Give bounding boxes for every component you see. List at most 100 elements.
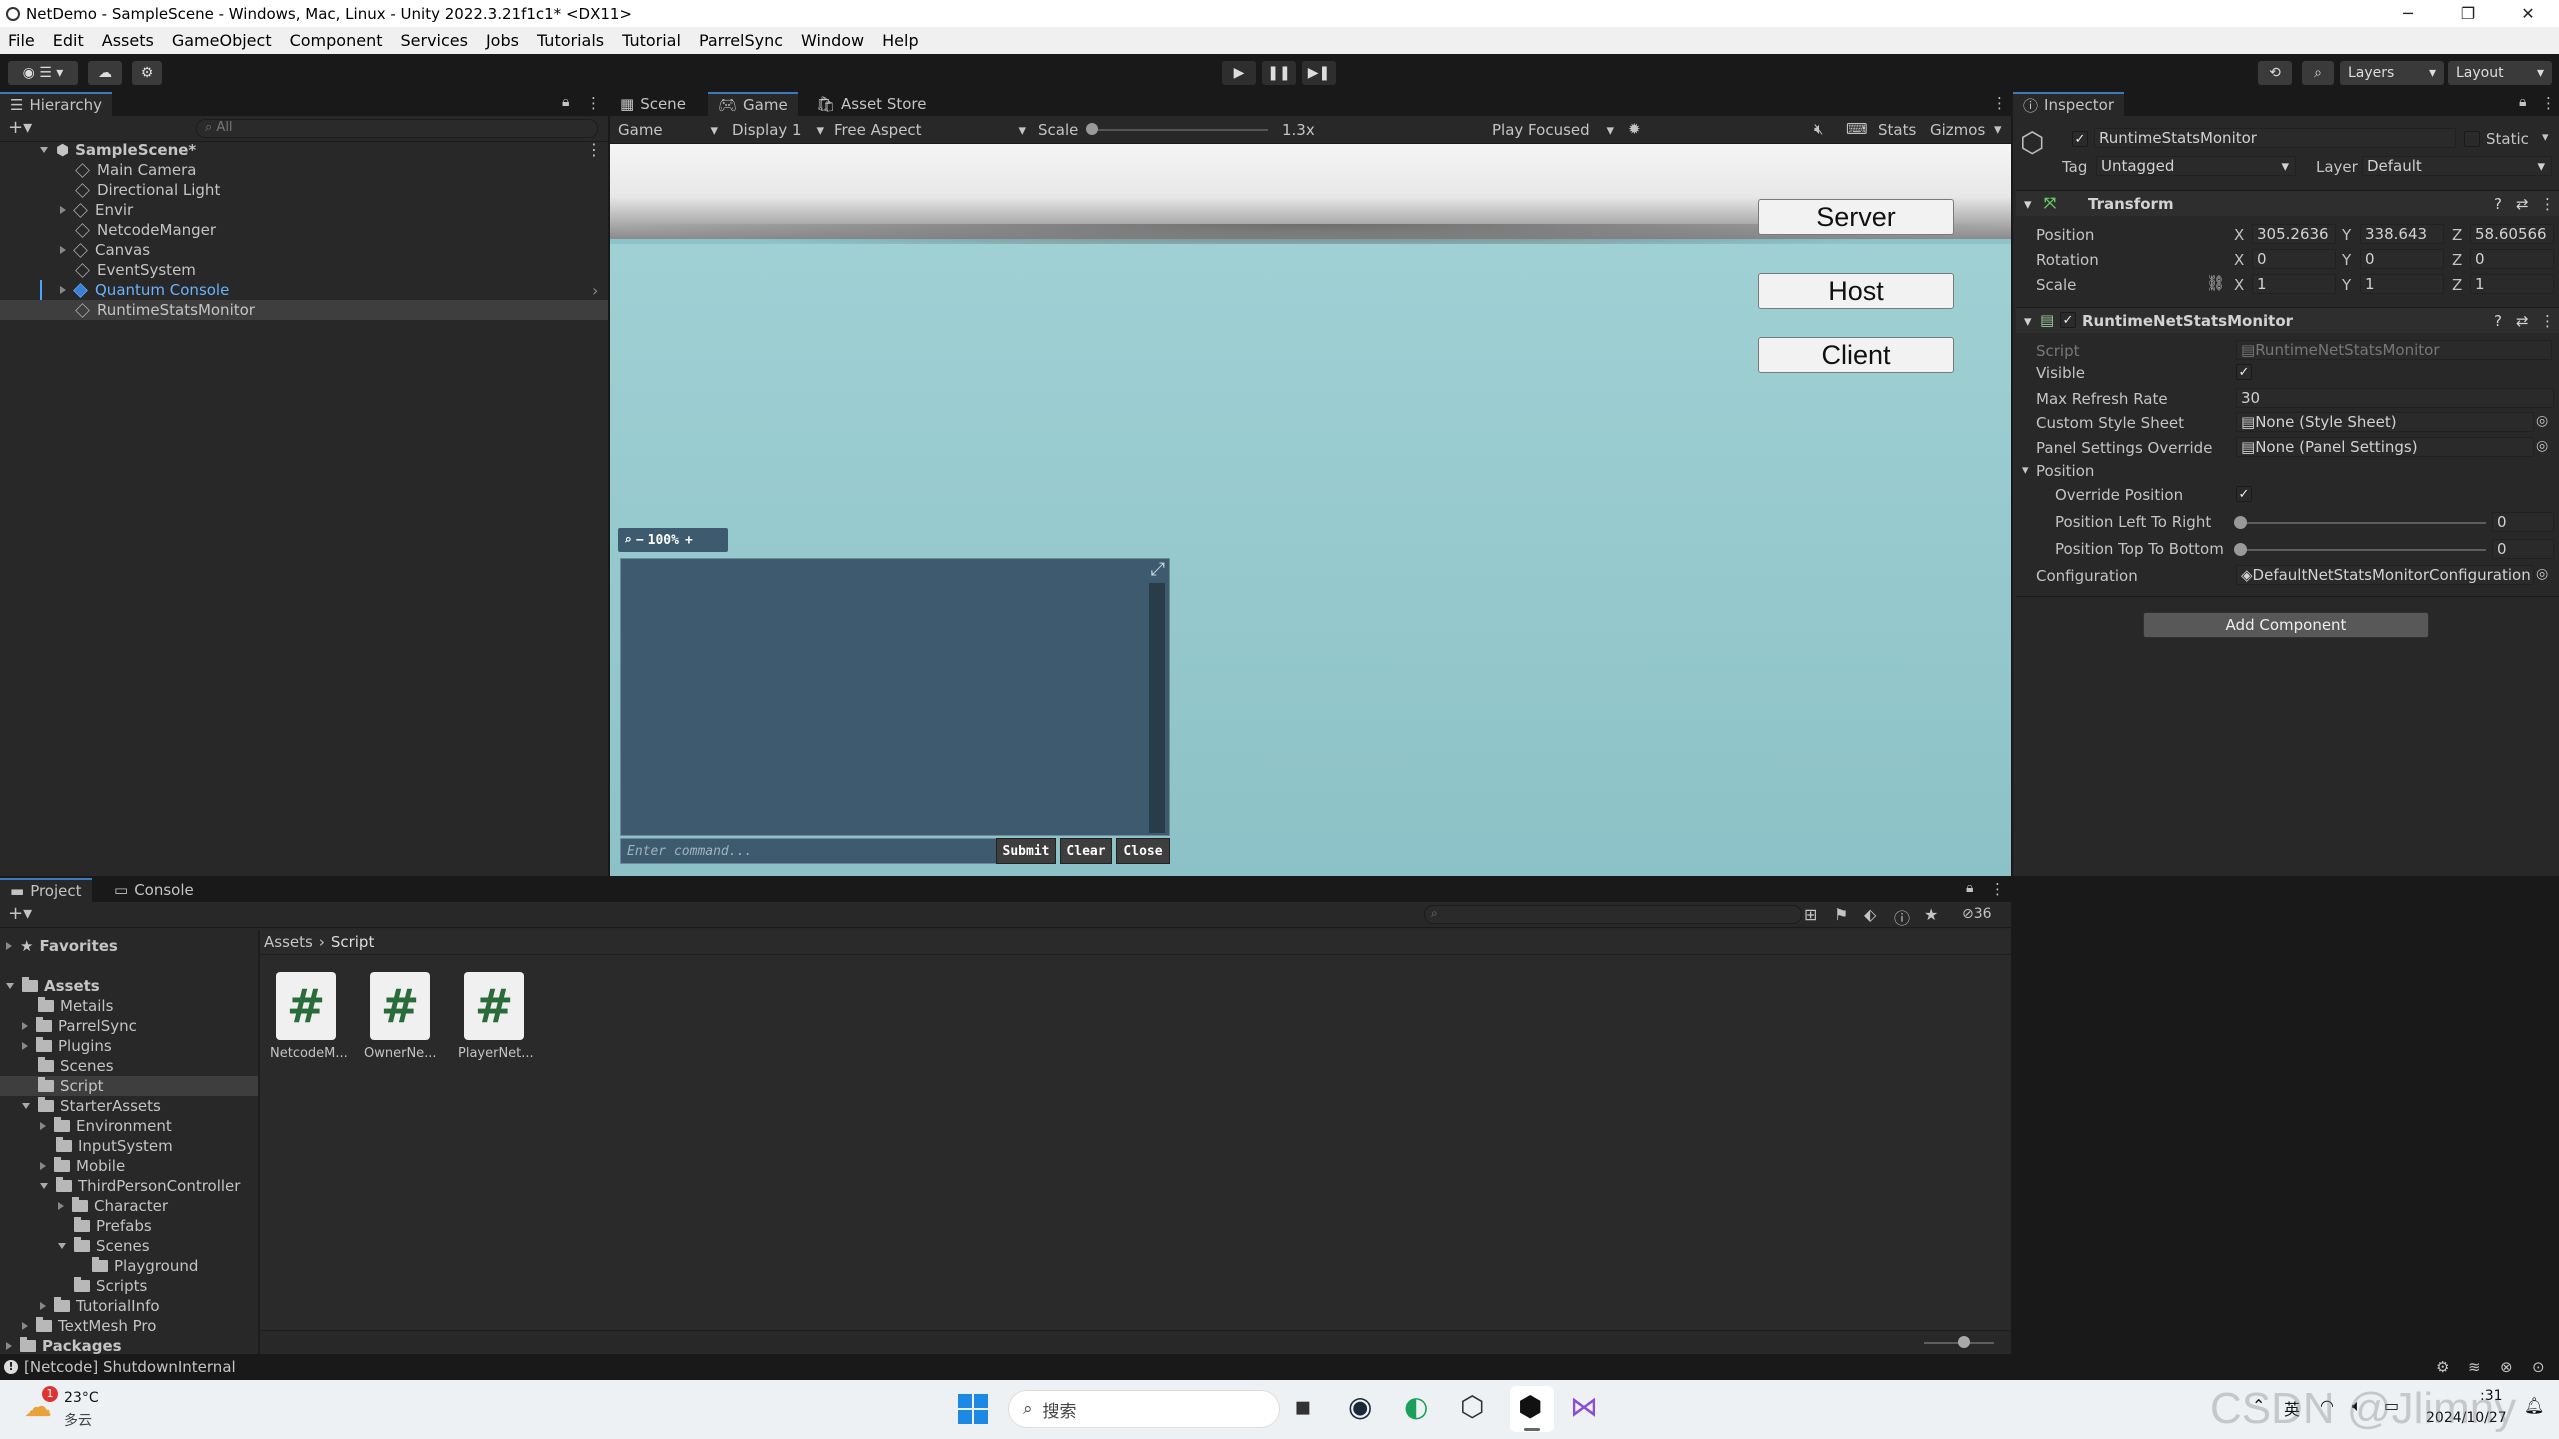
more-icon[interactable]: ⋮	[2540, 195, 2555, 213]
tag-dropdown[interactable]: Untagged ▾	[2096, 156, 2296, 176]
lock-icon[interactable]: 🔒︎	[2519, 94, 2526, 110]
hierarchy-item-eventsystem[interactable]: EventSystem	[75, 260, 196, 280]
expand-icon[interactable]	[60, 206, 66, 214]
folder-item[interactable]: Scripts	[74, 1276, 147, 1296]
component-enabled-checkbox[interactable]: ✓	[2060, 312, 2076, 328]
account-button[interactable]: ◉ ☰ ▾	[8, 61, 78, 85]
expand-icon[interactable]	[6, 983, 14, 989]
assets-root-item[interactable]: Assets	[6, 976, 100, 996]
left-right-input[interactable]: 0	[2492, 512, 2554, 532]
folder-item[interactable]: ThirdPersonController	[40, 1176, 240, 1196]
folder-item[interactable]: TutorialInfo	[40, 1296, 160, 1316]
hierarchy-item-main-camera[interactable]: Main Camera	[75, 160, 196, 180]
component-header[interactable]: ▾ ▤ ✓ RuntimeNetStatsMonitor ? ⇄ ⋮	[2016, 307, 2559, 333]
hidden-packages-counter[interactable]: ⊘36	[1962, 906, 1992, 922]
scale-z-input[interactable]: 1	[2470, 274, 2554, 294]
edge-icon[interactable]: ◐	[1404, 1390, 1428, 1423]
position-group-label[interactable]: Position	[2036, 462, 2094, 480]
icon-size-slider-thumb[interactable]	[1958, 1336, 1970, 1348]
lock-icon[interactable]: 🔒︎	[1966, 880, 1973, 896]
style-sheet-field[interactable]: ▤ None (Style Sheet)	[2236, 412, 2534, 432]
chevron-down-icon[interactable]: ▾	[2542, 130, 2549, 145]
tab-inspector[interactable]: ⓘ Inspector	[2013, 92, 2124, 116]
rotation-x-input[interactable]: 0	[2252, 249, 2336, 269]
layer-dropdown[interactable]: Default ▾	[2362, 156, 2552, 176]
folder-item[interactable]: InputSystem	[56, 1136, 173, 1156]
folder-item[interactable]: Scenes	[58, 1236, 150, 1256]
expand-icon[interactable]	[22, 1322, 28, 1330]
server-button[interactable]: Server	[1758, 199, 1954, 235]
bug-icon[interactable]: ✹	[1628, 120, 1641, 138]
left-right-slider-thumb[interactable]	[2234, 516, 2247, 529]
preset-icon[interactable]: ⇄	[2516, 312, 2529, 330]
hierarchy-search-input[interactable]: ⌕ All	[196, 119, 598, 138]
more-icon[interactable]: ⋮	[2541, 94, 2556, 112]
aspect-dropdown[interactable]: Free Aspect ▾	[830, 119, 1030, 141]
rotation-y-input[interactable]: 0	[2360, 249, 2444, 269]
steam-icon[interactable]: ◉	[1348, 1390, 1372, 1423]
hierarchy-item-runtimestatsmonitor[interactable]: RuntimeStatsMonitor	[75, 300, 255, 320]
scale-y-input[interactable]: 1	[2360, 274, 2444, 294]
hierarchy-item-directional-light[interactable]: Directional Light	[75, 180, 220, 200]
tab-hierarchy[interactable]: ☰ Hierarchy	[0, 92, 112, 116]
cloud-icon[interactable]: ☁	[88, 61, 122, 85]
folder-item[interactable]: ParrelSync	[22, 1016, 137, 1036]
menu-window[interactable]: Window	[801, 31, 864, 50]
search-by-type-icon[interactable]: ⊞	[1804, 905, 1817, 924]
add-icon[interactable]: +▾	[8, 117, 32, 138]
display-dropdown[interactable]: Display 1 ▾	[728, 119, 828, 141]
console-submit-button[interactable]: Submit	[996, 838, 1056, 864]
check-icon[interactable]: ⊙	[2532, 1358, 2545, 1376]
progress-icon[interactable]: ⚙	[2436, 1358, 2449, 1376]
zoom-in-button[interactable]: +	[685, 533, 693, 548]
hierarchy-item-quantum-console[interactable]: Quantum Console	[60, 280, 229, 300]
stats-button[interactable]: Stats	[1878, 121, 1916, 139]
menu-assets[interactable]: Assets	[102, 31, 154, 50]
more-icon[interactable]: ⋮	[1990, 880, 2005, 898]
chevron-down-icon[interactable]: ▾	[1994, 120, 2002, 138]
script-asset-tile[interactable]: # NetcodeM...	[270, 972, 348, 1072]
expand-icon[interactable]	[60, 286, 66, 294]
scale-x-input[interactable]: 1	[2252, 274, 2336, 294]
zoom-out-button[interactable]: −	[636, 533, 644, 548]
lock-icon[interactable]: 🔒︎	[562, 94, 569, 110]
layers-dropdown[interactable]: Layers ▾	[2340, 61, 2444, 85]
breadcrumb-script[interactable]: Script	[331, 933, 375, 951]
expand-icon[interactable]	[40, 1122, 46, 1130]
keyboard-icon[interactable]: ⌨	[1846, 120, 1868, 138]
folder-item[interactable]: Metails	[38, 996, 113, 1016]
host-button[interactable]: Host	[1758, 273, 1954, 309]
expand-icon[interactable]	[6, 942, 12, 950]
hierarchy-item-envir[interactable]: Envir	[60, 200, 133, 220]
unity-editor-taskbar-button[interactable]: ⬢	[1510, 1386, 1554, 1432]
scale-slider-track[interactable]	[1088, 129, 1268, 131]
play-focused-dropdown[interactable]: Play Focused ▾	[1488, 119, 1618, 141]
console-scrollbar[interactable]	[1149, 583, 1165, 833]
network-icon[interactable]: ⊗	[2500, 1358, 2513, 1376]
menu-parrelsync[interactable]: ParrelSync	[699, 31, 783, 50]
close-icon[interactable]: ✕	[2498, 0, 2558, 27]
left-right-slider-track[interactable]	[2240, 522, 2486, 524]
collapse-arrow-icon[interactable]: ▾	[2022, 463, 2029, 478]
search-icon[interactable]: ⌕	[2302, 61, 2334, 85]
pause-icon[interactable]: ❚❚	[1262, 61, 1296, 85]
configuration-field[interactable]: ◈ DefaultNetStatsMonitorConfiguration (	[2236, 565, 2534, 585]
script-asset-tile[interactable]: # PlayerNet...	[458, 972, 534, 1072]
history-icon[interactable]: ⟲	[2258, 61, 2292, 85]
expand-icon[interactable]	[58, 1243, 66, 1249]
warning-icon[interactable]: ⓘ	[1894, 905, 1910, 929]
resize-icon[interactable]: ⤢	[1151, 559, 1165, 580]
top-bottom-input[interactable]: 0	[2492, 539, 2554, 559]
taskbar-search-input[interactable]: ⌕ 搜索	[1008, 1390, 1280, 1428]
object-picker-icon[interactable]: ◎	[2536, 566, 2548, 582]
favorite-star-icon[interactable]: ★	[1924, 905, 1938, 924]
menu-help[interactable]: Help	[882, 31, 918, 50]
cache-icon[interactable]: ≋	[2468, 1358, 2481, 1376]
console-close-button[interactable]: Close	[1116, 838, 1170, 864]
tab-scene[interactable]: ▦ Scene	[610, 92, 696, 116]
hierarchy-item-canvas[interactable]: Canvas	[60, 240, 150, 260]
menu-component[interactable]: Component	[290, 31, 383, 50]
tab-console[interactable]: ▭ Console	[104, 878, 204, 902]
tag-icon[interactable]: ⬖	[1864, 905, 1876, 924]
gizmos-button[interactable]: Gizmos	[1930, 121, 1985, 139]
